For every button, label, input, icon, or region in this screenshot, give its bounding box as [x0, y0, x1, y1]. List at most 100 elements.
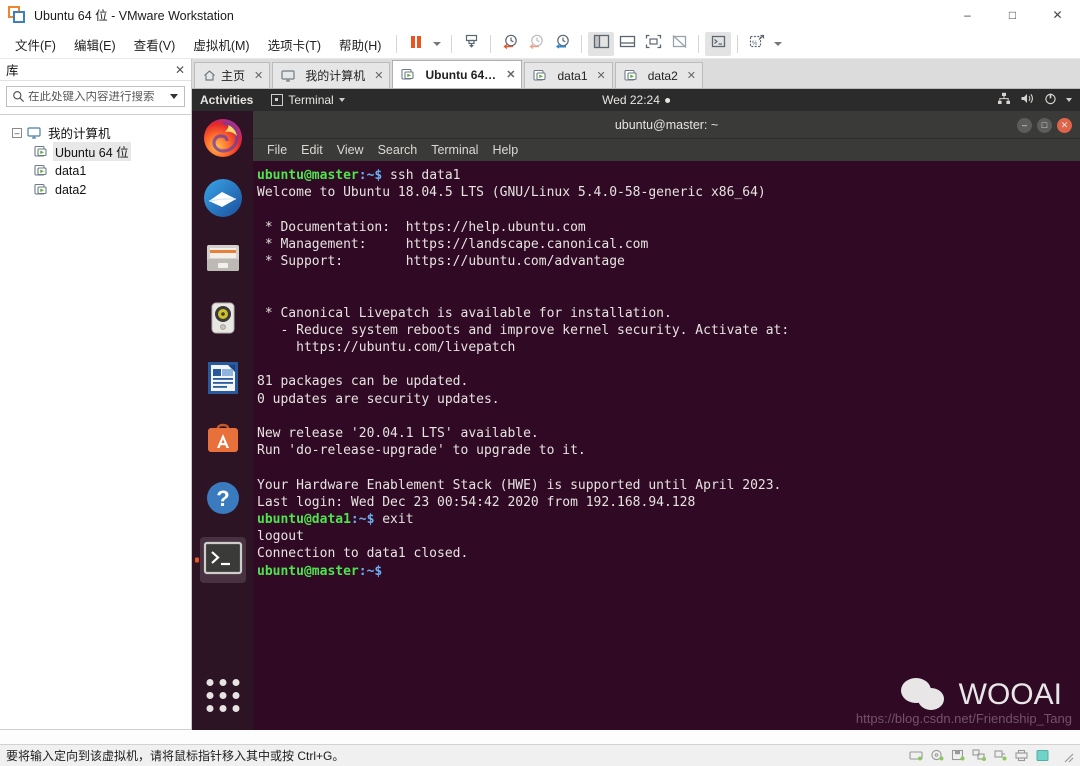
display-icon[interactable]: [1035, 749, 1050, 762]
tree-root-my-computer[interactable]: – 我的计算机: [4, 123, 187, 142]
terminal-prompt-user: ubuntu@master: [257, 563, 359, 579]
terminal-menu-search[interactable]: Search: [378, 143, 418, 157]
show-library-button[interactable]: [588, 32, 615, 56]
tab-close-icon[interactable]: ✕: [374, 69, 383, 82]
network-wired-icon: [997, 92, 1011, 108]
terminal-output[interactable]: ubuntu@master:~$ ssh data1 Welcome to Ubu…: [253, 161, 1080, 730]
minimize-button[interactable]: –: [945, 0, 990, 30]
library-search[interactable]: [6, 86, 185, 107]
tab-close-icon[interactable]: ✕: [254, 69, 263, 82]
console-view-button[interactable]: [705, 32, 732, 56]
menu-view[interactable]: 查看(V): [125, 31, 185, 58]
terminal-line: ubuntu@master:~$: [257, 563, 1076, 580]
terminal-window-controls: – □ ✕: [1017, 111, 1072, 139]
terminal-line: https://ubuntu.com/livepatch: [257, 340, 516, 356]
terminal-menu-help[interactable]: Help: [492, 143, 518, 157]
chevron-down-icon: [338, 98, 345, 102]
snapshot-manager-button[interactable]: [458, 32, 484, 56]
floppy-icon[interactable]: [951, 749, 966, 762]
tree-item-ubuntu-64[interactable]: Ubuntu 64 位: [4, 142, 187, 161]
tab-my-computer[interactable]: 我的计算机 ✕: [272, 62, 391, 88]
vm-icon: [401, 68, 415, 81]
system-status-area[interactable]: [997, 92, 1072, 108]
power-dropdown[interactable]: [429, 32, 445, 56]
terminal-menu-terminal[interactable]: Terminal: [431, 143, 478, 157]
search-input[interactable]: [28, 90, 170, 103]
menu-help[interactable]: 帮助(H): [330, 31, 390, 58]
pause-icon: [408, 34, 424, 55]
menu-tabs[interactable]: 选项卡(T): [259, 31, 330, 58]
usb-icon[interactable]: [993, 749, 1008, 762]
terminal-close-button[interactable]: ✕: [1057, 117, 1072, 133]
terminal-menu-edit[interactable]: Edit: [301, 143, 323, 157]
terminal-line: - Reduce system reboots and improve kern…: [257, 322, 790, 338]
dock-item-ubuntu-software[interactable]: [200, 417, 246, 463]
app-menu[interactable]: Terminal: [271, 93, 345, 107]
resize-grip-icon[interactable]: [1062, 750, 1074, 762]
title-bar: Ubuntu 64 位 - VMware Workstation – □ ✕: [0, 0, 1080, 30]
search-icon: [12, 90, 25, 103]
clock-menu[interactable]: Wed 22:24: [602, 93, 670, 107]
tab-close-icon[interactable]: ✕: [687, 69, 696, 82]
toolbar-separator: [737, 35, 739, 53]
search-dropdown-icon[interactable]: [170, 94, 178, 99]
volume-icon: [1020, 92, 1035, 108]
tree-expander-icon[interactable]: –: [12, 127, 22, 138]
terminal-minimize-button[interactable]: –: [1017, 117, 1032, 133]
tree-item-data2[interactable]: data2: [4, 180, 187, 199]
menu-bar: 文件(F) 编辑(E) 查看(V) 虚拟机(M) 选项卡(T) 帮助(H) %: [0, 30, 1080, 59]
dock-item-thunderbird[interactable]: [200, 177, 246, 223]
terminal-window: ubuntu@master: ~ – □ ✕ File Edit View Se…: [253, 111, 1080, 730]
terminal-icon: [203, 541, 243, 580]
fullscreen-button[interactable]: [640, 32, 666, 56]
dock-item-help[interactable]: ?: [200, 477, 246, 523]
terminal-menu-file[interactable]: File: [267, 143, 287, 157]
activities-button[interactable]: Activities: [200, 93, 253, 107]
terminal-prompt-path: :~$: [358, 168, 383, 183]
show-applications-icon[interactable]: [206, 679, 239, 712]
vm-tree: – 我的计算机 Ubuntu 64 位 data1 data2: [0, 114, 191, 730]
menu-vm[interactable]: 虚拟机(M): [184, 31, 258, 58]
vm-settings-dropdown[interactable]: [770, 32, 786, 56]
tree-item-data1[interactable]: data1: [4, 161, 187, 180]
vm-settings-button[interactable]: %: [744, 32, 770, 56]
suspend-button[interactable]: [403, 32, 429, 56]
terminal-menu-view[interactable]: View: [337, 143, 364, 157]
tab-label: data1: [557, 68, 588, 83]
dock-item-firefox[interactable]: [200, 117, 246, 163]
library-panel: 库 ✕ –: [0, 59, 192, 730]
maximize-button[interactable]: □: [990, 0, 1035, 30]
printer-icon[interactable]: [1014, 749, 1029, 762]
tab-data2[interactable]: data2 ✕: [614, 62, 703, 88]
hard-disk-icon[interactable]: [909, 749, 924, 762]
tab-close-icon[interactable]: ✕: [597, 69, 606, 82]
tab-label: 主页: [221, 69, 246, 83]
terminal-maximize-button[interactable]: □: [1037, 117, 1052, 133]
tab-data1[interactable]: data1 ✕: [524, 62, 613, 88]
vm-icon: [533, 69, 547, 82]
tab-home[interactable]: 主页 ✕: [194, 62, 271, 88]
menu-edit[interactable]: 编辑(E): [65, 31, 125, 58]
dock-item-terminal[interactable]: [199, 537, 246, 583]
menu-file[interactable]: 文件(F): [6, 31, 65, 58]
manage-snapshots-button[interactable]: [549, 32, 575, 56]
terminal-line: ubuntu@data1:~$ exit: [257, 511, 1076, 528]
tab-close-icon[interactable]: ✕: [506, 68, 515, 81]
show-thumbnail-bar-button[interactable]: [614, 32, 640, 56]
close-button[interactable]: ✕: [1035, 0, 1080, 30]
dock-item-files[interactable]: [200, 237, 246, 283]
cd-drive-icon[interactable]: [930, 749, 945, 762]
take-snapshot-button[interactable]: [497, 32, 523, 56]
guest-screen[interactable]: Activities Terminal Wed 22:24 ? ubuntu@m…: [192, 89, 1080, 730]
library-close-icon[interactable]: ✕: [175, 63, 185, 77]
terminal-prompt-path: :~$: [358, 563, 383, 579]
status-bar: 要将输入定向到该虚拟机，请将鼠标指针移入其中或按 Ctrl+G。: [0, 744, 1080, 766]
revert-snapshot-button[interactable]: [523, 32, 549, 56]
tab-label: Ubuntu 64 位: [425, 68, 498, 82]
dock-item-rhythmbox[interactable]: [200, 297, 246, 343]
tree-item-label: Ubuntu 64 位: [53, 142, 131, 161]
network-icon[interactable]: [972, 749, 987, 762]
tab-ubuntu-64[interactable]: Ubuntu 64 位 ✕: [392, 60, 523, 88]
unity-mode-button[interactable]: [666, 32, 692, 56]
dock-item-libreoffice-writer[interactable]: [200, 357, 246, 403]
